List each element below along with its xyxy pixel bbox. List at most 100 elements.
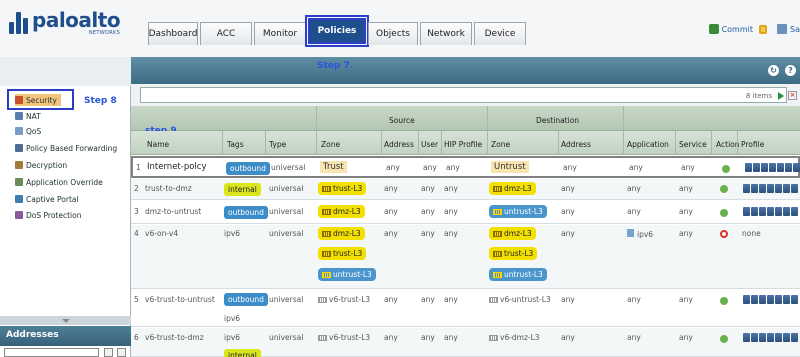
save-button[interactable]: Sa [777,24,800,34]
table-row[interactable]: 6 v6-trust-to-dmz ipv6 internal universa… [131,328,800,357]
sidebar-item-nat[interactable]: NAT [15,110,41,122]
paloalto-logo: paloalto NETWORKS [9,8,121,38]
tag-outbound[interactable]: outbound [224,293,268,306]
zone-label: untrust-L3 [504,207,543,216]
col-name[interactable]: Name [147,140,169,149]
source-zone[interactable]: v6-trust-L3 [318,295,370,304]
sidebar-item-qos[interactable]: QoS [15,125,41,137]
sidebar-item-captive-portal[interactable]: Captive Portal [15,193,79,205]
sidebar-item-app-override[interactable]: Application Override [15,176,103,188]
zone-label: v6-trust-L3 [329,333,371,342]
col-tags[interactable]: Tags [227,140,244,149]
destination-zone-badge[interactable]: untrust-L3 [489,205,547,218]
application: any [627,207,641,216]
tab-policies[interactable]: Policies [305,15,369,47]
profile-icons[interactable] [743,207,799,216]
row-number: 6 [134,333,139,342]
profile-icons[interactable] [743,333,799,342]
rule-name[interactable]: trust-to-dmz [145,184,192,193]
tab-objects[interactable]: Objects [368,22,418,45]
col-application[interactable]: Application [627,140,669,149]
refresh-icon[interactable]: ↻ [768,65,779,76]
rule-name[interactable]: v6-on-v4 [145,229,178,238]
tag-outbound[interactable]: outbound [226,162,270,175]
col-source-zone[interactable]: Zone [321,140,340,149]
col-destination-address[interactable]: Address [561,140,591,149]
commit-button[interactable]: Commit [708,24,768,34]
zone-label: untrust-L3 [333,270,372,279]
sidebar-item-label: DoS Protection [26,210,82,220]
addresses-search-input[interactable] [4,348,99,357]
table-row[interactable]: 1 Internet-polcy outbound universal Trus… [131,156,800,178]
zone-label: trust-L3 [333,184,363,193]
col-service[interactable]: Service [679,140,707,149]
hip-profile: any [444,184,458,193]
zone-label: v6-dmz-L3 [500,333,540,342]
destination-zone[interactable]: v6-untrust-L3 [489,295,551,304]
profile-icons[interactable] [743,295,799,304]
source-zone-badge[interactable]: dmz-L3 [318,205,365,218]
col-action[interactable]: Action [716,140,740,149]
tab-monitor[interactable]: Monitor [254,22,306,45]
zone-icon [318,334,327,341]
tab-device[interactable]: Device [474,22,526,45]
col-user[interactable]: User [421,140,438,149]
addresses-clear-button[interactable] [117,348,126,357]
source-zone-badge[interactable]: untrust-L3 [318,268,376,281]
destination-zone-badge[interactable]: untrust-L3 [489,268,547,281]
help-icon[interactable]: ? [785,65,796,76]
profile-icons[interactable] [745,163,800,172]
sidebar-item-pbf[interactable]: Policy Based Forwarding [15,142,117,154]
tag-outbound[interactable]: outbound [224,206,268,219]
sidebar-item-dos-protection[interactable]: DoS Protection [15,209,81,221]
col-type[interactable]: Type [269,140,286,149]
tag-internal[interactable]: internal [224,349,261,357]
tag-ipv6[interactable]: ipv6 [224,314,240,323]
col-source-address[interactable]: Address [384,140,414,149]
zone-icon [493,208,502,215]
rule-name[interactable]: dmz-to-untrust [145,207,201,216]
rule-name[interactable]: Internet-polcy [147,162,206,172]
sidebar-item-decryption[interactable]: Decryption [15,159,67,171]
deny-icon [720,230,728,238]
hip-profile: any [444,229,458,238]
rule-name[interactable]: v6-trust-to-untrust [145,295,215,304]
application: any [627,333,641,342]
source-zone[interactable]: Trust [320,161,347,173]
sidebar-item-security[interactable]: Security [15,94,61,106]
apply-filter-icon[interactable] [778,92,784,100]
clear-filter-icon[interactable]: × [788,91,797,100]
main-tabs: Dashboard ACC Monitor Policies Objects N… [148,15,528,47]
source-zone-badge[interactable]: dmz-L3 [318,227,365,240]
col-profile[interactable]: Profile [741,140,764,149]
source-zone-badge[interactable]: trust-L3 [318,182,367,195]
filter-input[interactable] [140,87,787,103]
table-row[interactable]: 4 v6-on-v4 ipv6 universal dmz-L3 trust-L… [131,225,800,289]
tab-network[interactable]: Network [420,22,472,45]
tab-acc[interactable]: ACC [200,22,252,45]
table-row[interactable]: 5 v6-trust-to-untrust outbound ipv6 univ… [131,290,800,327]
destination-address: any [563,163,577,172]
destination-zone-badge[interactable]: dmz-L3 [489,227,536,240]
tag-internal[interactable]: internal [224,183,261,196]
panel-splitter[interactable] [0,316,131,325]
col-destination-zone[interactable]: Zone [491,140,510,149]
table-row[interactable]: 3 dmz-to-untrust outbound universal dmz-… [131,201,800,224]
addresses-search-button[interactable] [104,348,113,357]
service: any [679,229,693,238]
destination-zone-badge[interactable]: trust-L3 [489,247,538,260]
tag-ipv6[interactable]: ipv6 [224,229,240,238]
tab-dashboard[interactable]: Dashboard [148,22,198,45]
tag-ipv6[interactable]: ipv6 [224,333,240,342]
col-hip-profile[interactable]: HIP Profile [444,140,482,149]
lock-icon[interactable] [759,24,768,34]
rule-name[interactable]: v6-trust-to-dmz [145,333,204,342]
table-row[interactable]: 2 trust-to-dmz internal universal trust-… [131,179,800,200]
destination-zone[interactable]: Untrust [491,161,529,173]
source-zone-badge[interactable]: trust-L3 [318,247,367,260]
destination-zone-badge[interactable]: dmz-L3 [489,182,536,195]
application[interactable]: ipv6 [627,229,653,239]
profile-icons[interactable] [743,184,799,193]
source-zone[interactable]: v6-trust-L3 [318,333,370,342]
destination-zone[interactable]: v6-dmz-L3 [489,333,540,342]
